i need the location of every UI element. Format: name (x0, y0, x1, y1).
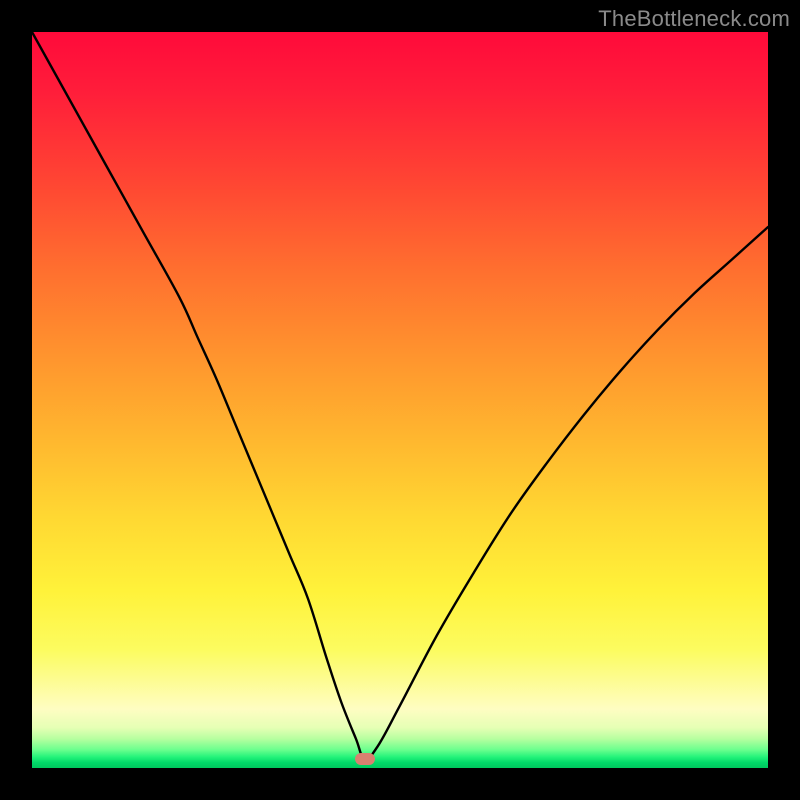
plot-area (32, 32, 768, 768)
bottleneck-curve (32, 32, 768, 768)
watermark-text: TheBottleneck.com (598, 6, 790, 32)
chart-frame: TheBottleneck.com (0, 0, 800, 800)
optimal-point-marker (355, 753, 375, 765)
